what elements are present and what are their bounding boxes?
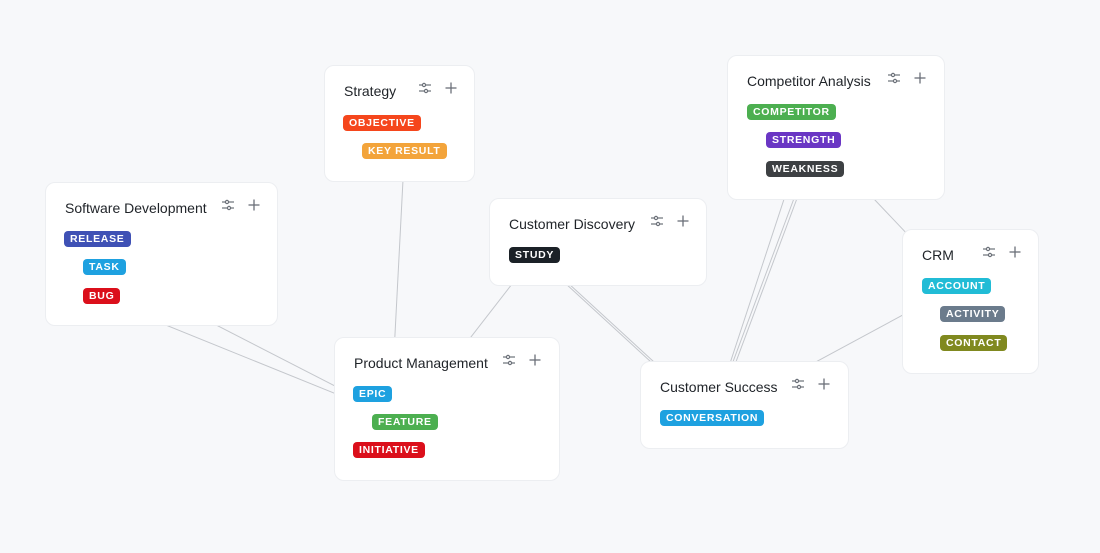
tag-feature[interactable]: FEATURE bbox=[372, 414, 438, 430]
tag-epic[interactable]: EPIC bbox=[353, 386, 393, 402]
card-actions bbox=[649, 213, 691, 229]
tag-conversation[interactable]: CONVERSATION bbox=[660, 410, 765, 426]
plus-icon[interactable] bbox=[246, 197, 262, 213]
sliders-icon[interactable] bbox=[790, 376, 806, 392]
card-actions bbox=[981, 244, 1023, 260]
group-card-customer-discovery: Customer Discovery bbox=[489, 198, 707, 286]
card-actions bbox=[886, 70, 928, 86]
tag-weakness[interactable]: WEAKNESS bbox=[766, 161, 845, 177]
group-title: Customer Success bbox=[660, 379, 778, 395]
sliders-icon[interactable] bbox=[981, 244, 997, 260]
tag-activity[interactable]: ACTIVITY bbox=[940, 306, 1006, 322]
plus-icon[interactable] bbox=[1007, 244, 1023, 260]
sliders-icon[interactable] bbox=[417, 80, 433, 96]
tag-task[interactable]: TASK bbox=[83, 259, 126, 275]
sliders-icon[interactable] bbox=[649, 213, 665, 229]
tag-key-result[interactable]: KEY RESULT bbox=[362, 143, 447, 159]
group-title: Software Development bbox=[65, 200, 207, 216]
group-title: CRM bbox=[922, 247, 954, 263]
tag-objective[interactable]: OBJECTIVE bbox=[343, 115, 421, 131]
group-card-crm: CRM bbox=[902, 229, 1039, 374]
tag-study[interactable]: STUDY bbox=[509, 247, 561, 263]
tag-account[interactable]: ACCOUNT bbox=[922, 278, 992, 294]
plus-icon[interactable] bbox=[816, 376, 832, 392]
card-actions bbox=[790, 376, 832, 392]
group-title: Customer Discovery bbox=[509, 216, 636, 232]
tag-contact[interactable]: CONTACT bbox=[940, 335, 1008, 351]
group-title: Strategy bbox=[344, 83, 397, 99]
group-title: Competitor Analysis bbox=[747, 73, 871, 89]
plus-icon[interactable] bbox=[912, 70, 928, 86]
group-title: Product Management bbox=[354, 355, 488, 371]
plus-icon[interactable] bbox=[527, 352, 543, 368]
card-actions bbox=[417, 80, 459, 96]
tag-strength[interactable]: STRENGTH bbox=[766, 132, 842, 148]
card-actions bbox=[501, 352, 543, 368]
group-card-competitor-analysis: Competitor Analysis bbox=[727, 55, 945, 200]
sliders-icon[interactable] bbox=[220, 197, 236, 213]
tag-release[interactable]: RELEASE bbox=[64, 231, 131, 247]
sliders-icon[interactable] bbox=[501, 352, 517, 368]
group-card-product-management: Product Management bbox=[334, 337, 560, 481]
plus-icon[interactable] bbox=[443, 80, 459, 96]
sliders-icon[interactable] bbox=[886, 70, 902, 86]
workspace-canvas: Strategy OBJECTIVE KEY RESULT Software D… bbox=[0, 0, 1100, 553]
group-card-customer-success: Customer Success bbox=[640, 361, 849, 449]
tag-initiative[interactable]: INITIATIVE bbox=[353, 442, 425, 458]
card-actions bbox=[220, 197, 262, 213]
tag-competitor[interactable]: COMPETITOR bbox=[747, 104, 836, 120]
group-card-software-development: Software Development bbox=[45, 182, 278, 326]
tag-bug[interactable]: BUG bbox=[83, 288, 121, 304]
plus-icon[interactable] bbox=[675, 213, 691, 229]
